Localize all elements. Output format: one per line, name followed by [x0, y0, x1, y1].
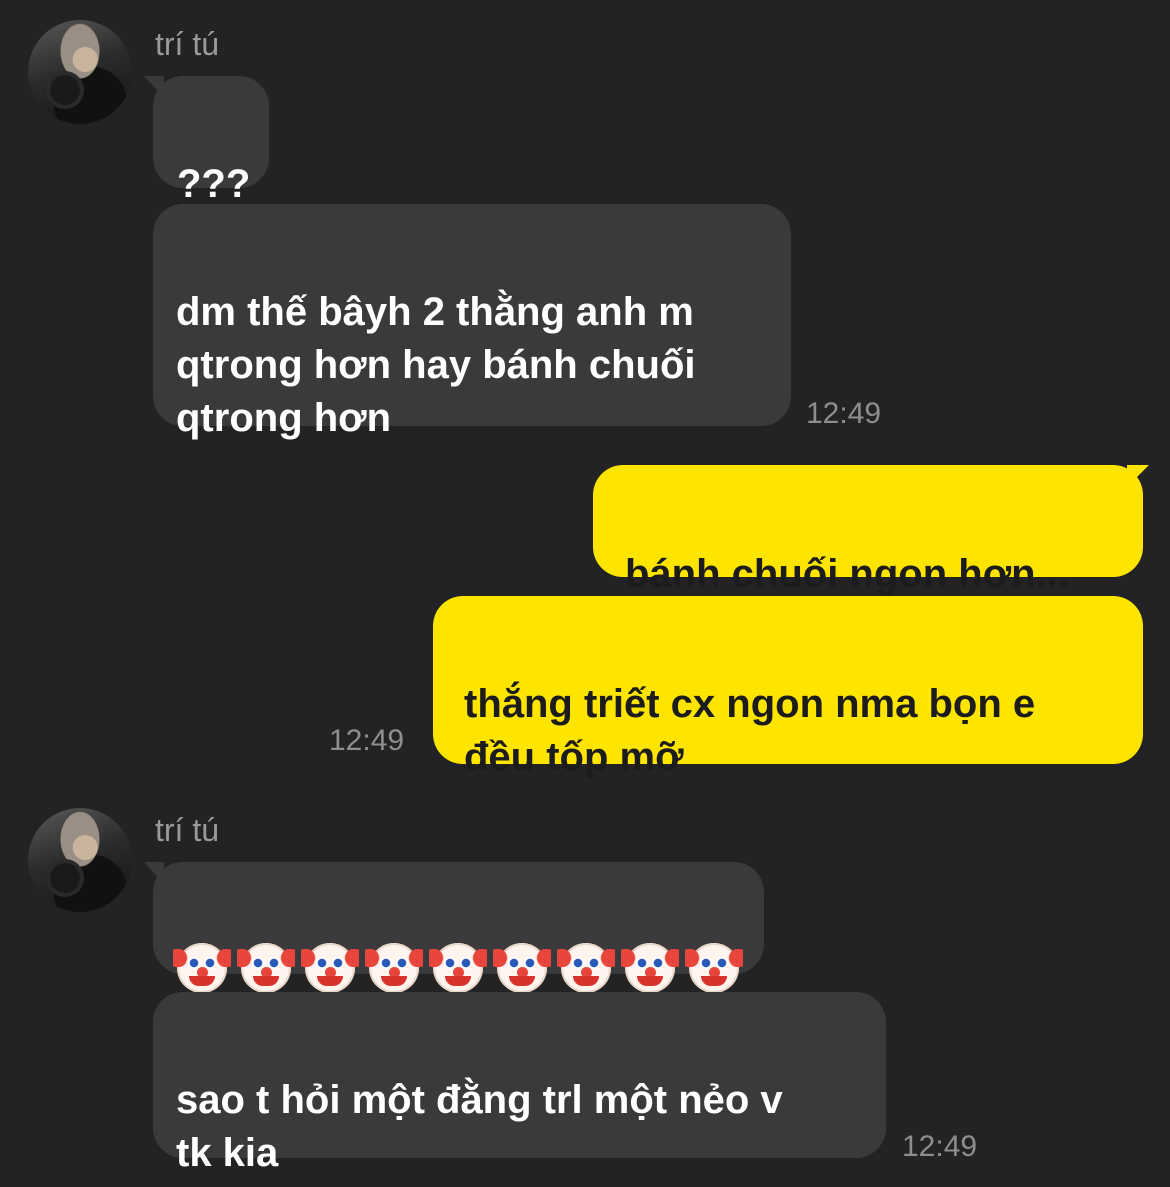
clown-face-icon — [493, 943, 551, 993]
message-bubble[interactable]: bánh chuối ngon hơn... — [593, 465, 1143, 596]
message-bubble[interactable] — [153, 862, 764, 993]
message-bubble[interactable]: dm thế bâyh 2 thằng anh m qtrong hơn hay… — [153, 204, 791, 440]
clown-face-icon — [685, 943, 743, 993]
clown-face-icon — [173, 943, 231, 993]
emoji-row — [153, 915, 764, 993]
message-time: 12:49 — [329, 724, 405, 757]
sender-name: trí tú — [155, 26, 220, 62]
message-text: thắng triết cx ngon nma bọn e đều tốp mỡ — [464, 682, 1036, 779]
avatar[interactable] — [28, 20, 132, 124]
avatar[interactable] — [28, 808, 132, 912]
message-text: dm thế bâyh 2 thằng anh m qtrong hơn hay… — [176, 290, 696, 440]
message-bubble[interactable]: sao t hỏi một đằng trl một nẻo v tk kia — [153, 992, 886, 1175]
message-bubble[interactable]: ??? — [153, 76, 269, 206]
clown-face-icon — [557, 943, 615, 993]
clown-face-icon — [621, 943, 679, 993]
clown-face-icon — [301, 943, 359, 993]
message-time: 12:49 — [806, 397, 882, 430]
message-text: ??? — [177, 162, 251, 206]
message-text: bánh chuối ngon hơn... — [625, 552, 1069, 596]
clown-face-icon — [237, 943, 295, 993]
message-text: sao t hỏi một đằng trl một nẻo v tk kia — [176, 1078, 783, 1175]
clown-face-icon — [365, 943, 423, 993]
message-bubble[interactable]: thắng triết cx ngon nma bọn e đều tốp mỡ — [433, 596, 1143, 779]
clown-face-icon — [429, 943, 487, 993]
message-time: 12:49 — [902, 1130, 978, 1163]
sender-name: trí tú — [155, 812, 220, 848]
